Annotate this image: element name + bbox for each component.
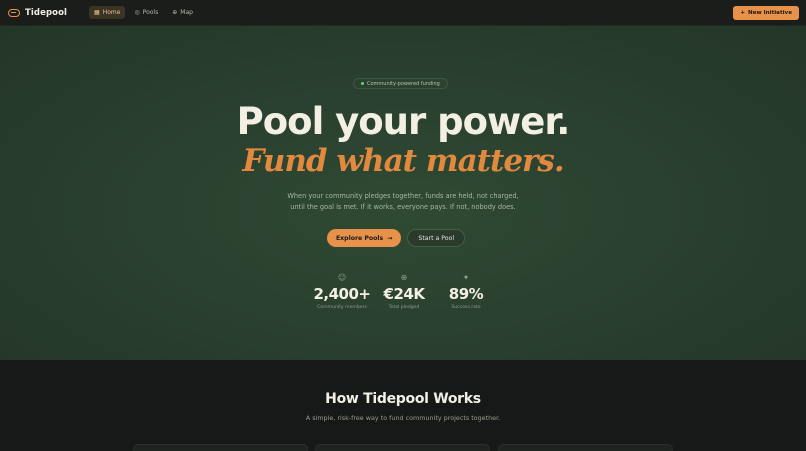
top-navigation-bar: Tidepool ▦ Home ◎ Pools ⊕ Map + New Init… — [0, 0, 806, 26]
nav-item-home[interactable]: ▦ Home — [89, 6, 126, 19]
pools-icon: ◎ — [134, 9, 140, 16]
how-it-works-section: How Tidepool Works A simple, risk-free w… — [0, 360, 806, 451]
nav-item-label: Pools — [142, 9, 159, 16]
stat-label: Total pledged — [388, 305, 420, 310]
badge-label: Community-powered funding — [367, 80, 440, 87]
step-card — [133, 444, 308, 451]
hero-subtitle: When your community pledges together, fu… — [0, 191, 806, 213]
brand-name: Tidepool — [25, 7, 68, 18]
explore-pools-button[interactable]: Explore Pools → — [326, 229, 402, 247]
users-icon: ☺ — [337, 273, 347, 282]
new-initiative-label: New Initiative — [748, 10, 792, 16]
stat-value: €24K — [383, 285, 425, 303]
stats-row: ☺ 2,400+ Community members ⊕ €24K Total … — [312, 273, 496, 310]
hero-subtitle-line-2: until the goal is met. If it works, ever… — [290, 203, 516, 211]
hero-subtitle-line-1: When your community pledges together, fu… — [287, 192, 519, 200]
cta-row: Explore Pools → Start a Pool — [0, 229, 806, 247]
new-initiative-button[interactable]: + New Initiative — [733, 6, 799, 20]
globe-icon: ⊕ — [400, 273, 408, 282]
arrow-right-icon: → — [387, 234, 393, 242]
hero-headline: Pool your power. — [236, 100, 571, 143]
explore-pools-label: Explore Pools — [335, 234, 384, 242]
step-card — [498, 444, 673, 451]
start-pool-button[interactable]: Start a Pool — [407, 229, 466, 247]
sparkle-icon: ✦ — [462, 273, 470, 282]
stat-success: ✦ 89% Success rate — [436, 273, 496, 310]
status-dot-icon — [361, 82, 364, 85]
globe-icon: ⊕ — [172, 9, 178, 16]
stat-label: Community members — [317, 305, 367, 310]
stat-label: Success rate — [451, 305, 481, 310]
tidepool-logo-icon — [8, 8, 20, 17]
nav-item-map[interactable]: ⊕ Map — [167, 6, 198, 19]
hero-section: Community-powered funding Pool your powe… — [0, 26, 806, 360]
step-card — [315, 444, 490, 451]
stat-value: 2,400+ — [313, 285, 371, 303]
section-title: How Tidepool Works — [325, 391, 481, 407]
nav-item-label: Map — [180, 9, 193, 16]
stat-value: 89% — [448, 285, 484, 303]
grid-icon: ▦ — [94, 9, 100, 16]
stat-members: ☺ 2,400+ Community members — [312, 273, 372, 310]
nav-item-pools[interactable]: ◎ Pools — [129, 6, 163, 19]
main-nav: ▦ Home ◎ Pools ⊕ Map — [89, 6, 198, 19]
section-subtitle: A simple, risk-free way to fund communit… — [305, 414, 501, 422]
nav-item-label: Home — [102, 9, 121, 16]
brand[interactable]: Tidepool — [8, 8, 67, 18]
start-pool-label: Start a Pool — [418, 234, 455, 242]
community-badge: Community-powered funding — [353, 78, 448, 89]
plus-icon: + — [740, 10, 746, 16]
stat-pledged: ⊕ €24K Total pledged — [374, 273, 434, 310]
hero-tagline: Fund what matters. — [242, 143, 564, 179]
